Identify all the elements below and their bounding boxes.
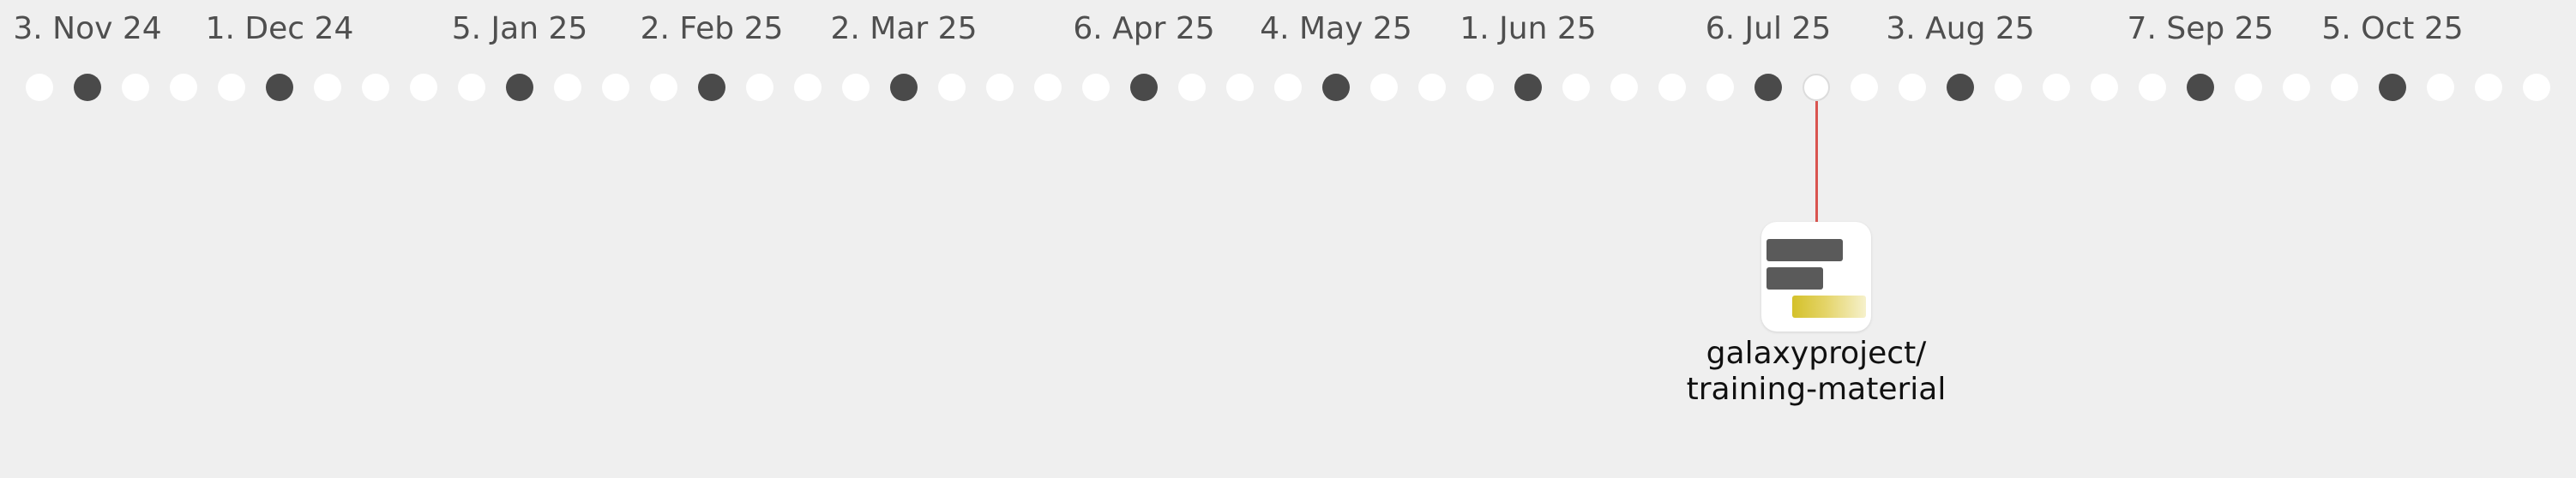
week-dot[interactable] [2475,74,2502,101]
month-label: 3. Aug 25 [1886,11,2035,46]
week-dot[interactable] [1178,74,1206,101]
week-dot[interactable] [218,74,245,101]
week-dot[interactable] [2091,74,2118,101]
week-dot[interactable] [2139,74,2166,101]
week-dot[interactable] [314,74,341,101]
repo-card[interactable] [1761,222,1871,332]
repo-bar-2 [1766,267,1823,290]
week-dot[interactable] [2427,74,2454,101]
week-dot[interactable] [2331,74,2358,101]
week-dot[interactable] [1995,74,2022,101]
repo-name-line1: galaxyproject/ [1706,336,1927,371]
week-dot[interactable] [2235,74,2262,101]
week-dot[interactable] [1082,74,1110,101]
week-dot[interactable] [986,74,1014,101]
month-start-dot[interactable] [1322,74,1350,101]
repo-bars-icon [1766,239,1843,261]
repo-bar-accent [1792,296,1866,318]
week-dot[interactable] [1899,74,1926,101]
selection-connector-line [1815,101,1818,222]
month-start-dot[interactable] [1754,74,1782,101]
month-start-dot[interactable] [890,74,918,101]
month-label: 6. Jul 25 [1705,11,1832,46]
month-start-dot[interactable] [266,74,293,101]
week-dot[interactable] [1851,74,1878,101]
month-start-dot[interactable] [74,74,101,101]
week-dot[interactable] [1370,74,1398,101]
week-dot[interactable] [2283,74,2310,101]
week-dot[interactable] [122,74,149,101]
week-dot[interactable] [554,74,581,101]
month-label: 2. Feb 25 [640,11,784,46]
week-dot[interactable] [1562,74,1590,101]
month-start-dot[interactable] [1514,74,1542,101]
week-dot[interactable] [1610,74,1638,101]
week-dot[interactable] [2043,74,2070,101]
week-dot[interactable] [1658,74,1686,101]
week-dot[interactable] [1418,74,1446,101]
week-dot[interactable] [362,74,389,101]
month-label: 7. Sep 25 [2127,11,2274,46]
week-dot[interactable] [1706,74,1734,101]
week-dot[interactable] [1226,74,1254,101]
week-dot[interactable] [794,74,822,101]
month-label: 3. Nov 24 [13,11,162,46]
month-label: 2. Mar 25 [830,11,978,46]
week-dot[interactable] [602,74,629,101]
month-label: 5. Jan 25 [451,11,588,46]
week-dot[interactable] [1466,74,1494,101]
week-dot[interactable] [26,74,53,101]
week-dot[interactable] [650,74,677,101]
month-start-dot[interactable] [2379,74,2406,101]
month-start-dot[interactable] [1130,74,1158,101]
week-dot[interactable] [1803,74,1830,101]
month-label: 6. Apr 25 [1073,11,1215,46]
week-dot[interactable] [938,74,966,101]
month-label: 4. May 25 [1260,11,1412,46]
timeline: 3. Nov 24 1. Dec 24 5. Jan 25 2. Feb 25 2. M… [0,0,2576,478]
month-label: 5. Oct 25 [2321,11,2464,46]
month-start-dot[interactable] [698,74,725,101]
month-start-dot[interactable] [2187,74,2214,101]
month-start-dot[interactable] [1947,74,1974,101]
month-label: 1. Dec 24 [205,11,354,46]
week-dot[interactable] [1034,74,1062,101]
week-dot[interactable] [458,74,485,101]
week-dot[interactable] [410,74,437,101]
week-dot[interactable] [2523,74,2550,101]
week-dot[interactable] [170,74,197,101]
repo-name[interactable]: galaxyproject/ training-material [1687,336,1947,408]
month-start-dot[interactable] [506,74,533,101]
week-dot[interactable] [1274,74,1302,101]
week-dot[interactable] [842,74,870,101]
repo-name-line2: training-material [1686,372,1947,407]
month-label: 1. Jun 25 [1460,11,1597,46]
week-dot[interactable] [746,74,773,101]
